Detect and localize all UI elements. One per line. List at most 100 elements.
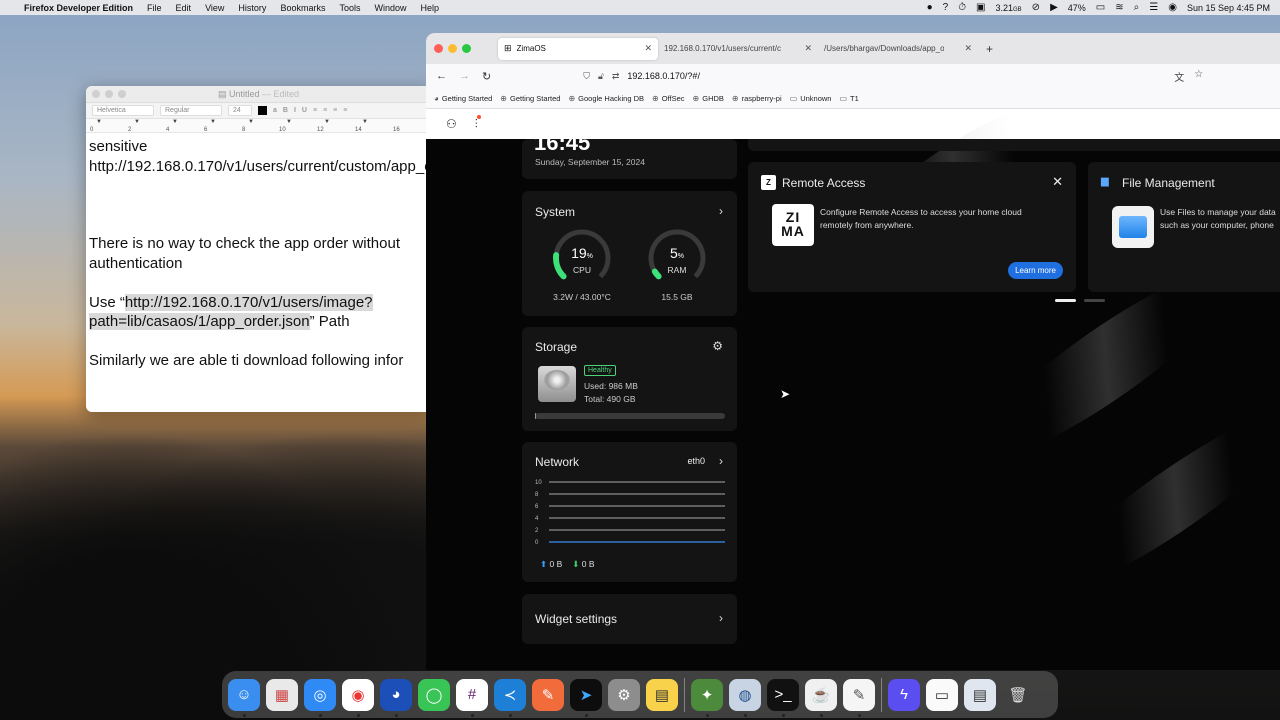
text-color-swatch[interactable] — [258, 106, 267, 115]
menu-window[interactable]: Window — [374, 3, 406, 13]
align-center-icon[interactable]: ≡ — [323, 107, 327, 114]
window-preview-icon[interactable]: ▭ — [926, 678, 958, 711]
gear-icon[interactable]: ⚙ — [712, 339, 723, 353]
tab-downloads-file[interactable]: /Users/bhargav/Downloads/app_ord ✕ — [818, 38, 978, 60]
menu-view[interactable]: View — [205, 3, 224, 13]
translate-icon[interactable]: 文 — [1174, 69, 1184, 84]
textedit-titlebar[interactable]: ▤ Untitled — Edited — [86, 86, 431, 103]
tab-stop-icon[interactable]: ▼ — [362, 119, 368, 125]
close-tab-icon[interactable]: ✕ — [804, 43, 812, 54]
network-interface[interactable]: eth0 — [687, 456, 705, 466]
notes-icon[interactable]: ▤ — [646, 678, 678, 711]
bookmark-folder[interactable]: ▭ Unknown — [790, 94, 832, 103]
shield-icon[interactable]: ⛉ — [583, 71, 590, 82]
storage-widget[interactable]: Storage ⚙ Healthy Used: 986 MB Total: 49… — [522, 327, 737, 431]
document-body[interactable]: sensitive http://192.168.0.170/v1/users/… — [86, 133, 431, 375]
font-family-select[interactable]: Helvetica — [92, 105, 154, 116]
record-icon[interactable]: ● — [927, 2, 933, 13]
bookmark-item[interactable]: ⊕ OffSec — [652, 94, 685, 103]
battery-icon[interactable]: ▭ — [1096, 2, 1105, 13]
align-left-icon[interactable]: ≡ — [313, 107, 317, 114]
settings-sliders-icon[interactable]: ⫶ — [475, 114, 481, 132]
safari-icon[interactable]: ◎ — [304, 678, 336, 717]
bookmark-item[interactable]: ⊕ Google Hacking DB — [568, 94, 644, 103]
messages-icon[interactable]: ◯ — [418, 678, 450, 711]
menu-edit[interactable]: Edit — [176, 3, 192, 13]
close-button[interactable] — [434, 44, 443, 53]
italic-icon[interactable]: I — [294, 107, 296, 114]
tab-stop-icon[interactable]: ▼ — [248, 119, 254, 125]
bookmark-item[interactable]: ⊕ raspberry-pi — [732, 94, 782, 103]
learn-more-button[interactable]: Learn more — [1008, 262, 1063, 279]
font-size-select[interactable]: 24 — [228, 105, 252, 116]
menu-file[interactable]: File — [147, 3, 162, 13]
terminal-icon[interactable]: >_ — [767, 678, 799, 717]
compass-icon[interactable]: ⊘ — [1032, 2, 1040, 13]
launchpad-icon[interactable]: ▦ — [266, 678, 298, 711]
tab-stop-icon[interactable]: ▼ — [96, 119, 102, 125]
menubar-clock[interactable]: Sun 15 Sep 4:45 PM — [1187, 3, 1270, 13]
pager-dot[interactable] — [1084, 299, 1105, 302]
menu-help[interactable]: Help — [420, 3, 439, 13]
search-icon[interactable]: ⌕ — [1134, 2, 1140, 13]
close-tab-icon[interactable]: ✕ — [964, 43, 972, 54]
tab-stop-icon[interactable]: ▼ — [134, 119, 140, 125]
bookmark-star-icon[interactable]: ☆ — [1194, 69, 1203, 84]
java-icon[interactable]: ☕ — [805, 678, 837, 717]
slack-icon[interactable]: # — [456, 678, 488, 717]
wifi-icon[interactable]: ≋ — [1115, 2, 1123, 13]
play-icon[interactable]: ▶ — [1050, 2, 1058, 13]
app-name-menu[interactable]: Firefox Developer Edition — [24, 3, 133, 13]
bold-icon[interactable]: B — [283, 107, 288, 114]
chevron-right-icon[interactable]: › — [719, 204, 723, 218]
pager-dot[interactable] — [1055, 299, 1076, 302]
system-widget[interactable]: System › 19% CPU 3.2W / 43.00°C 5% RAM 1… — [522, 191, 737, 316]
back-icon[interactable]: ← — [436, 70, 447, 82]
tab-stop-icon[interactable]: ▼ — [286, 119, 292, 125]
forward-icon[interactable]: → — [459, 70, 470, 82]
tab-app-order[interactable]: 192.168.0.170/v1/users/current/c ✕ — [658, 38, 818, 60]
tab-stop-icon[interactable]: ▼ — [324, 119, 330, 125]
finder-icon[interactable]: ☺ — [228, 678, 260, 717]
network-widget[interactable]: Network eth0 › 10 8 6 4 2 0 ⬆ 0 B ⬇ 0 B — [522, 442, 737, 582]
bookmark-item[interactable]: ⊕ Getting Started — [500, 94, 560, 103]
bookmark-folder[interactable]: ▭ T1 — [839, 94, 858, 103]
control-center-icon[interactable]: ☰ — [1149, 2, 1158, 13]
tab-stop-icon[interactable]: ▼ — [210, 119, 216, 125]
vscode-icon[interactable]: ≺ — [494, 678, 526, 717]
lock-icon[interactable]: 🔓︎ — [598, 71, 604, 82]
close-icon[interactable]: ✕ — [1052, 174, 1063, 190]
highlight-icon[interactable]: a — [273, 107, 277, 114]
bookmark-item[interactable]: ◕ Getting Started — [434, 94, 492, 103]
justify-icon[interactable]: ≡ — [343, 107, 347, 114]
permissions-icon[interactable]: ⇄ — [612, 71, 620, 82]
shortcut-icon[interactable]: ϟ — [888, 678, 920, 711]
bookmark-item[interactable]: ⊕ GHDB — [693, 94, 724, 103]
burp-icon[interactable]: ✦ — [691, 678, 723, 717]
help-icon[interactable]: ? — [943, 2, 949, 13]
menu-tools[interactable]: Tools — [339, 3, 360, 13]
timer-icon[interactable]: ⏱ — [958, 2, 966, 13]
align-right-icon[interactable]: ≡ — [333, 107, 337, 114]
downloads-stack-icon[interactable]: ▤ — [964, 678, 996, 711]
minimize-button[interactable] — [448, 44, 457, 53]
postman-icon[interactable]: ✎ — [532, 678, 564, 711]
textedit-icon[interactable]: ✎ — [843, 678, 875, 717]
reload-icon[interactable]: ↻ — [482, 70, 491, 83]
widget-settings-button[interactable]: Widget settings › — [522, 594, 737, 644]
chevron-right-icon[interactable]: › — [719, 611, 723, 625]
chrome-icon[interactable]: ◉ — [342, 678, 374, 717]
printer-icon[interactable]: ▣ — [976, 2, 985, 13]
new-tab-button[interactable]: + — [986, 42, 993, 56]
url-input[interactable] — [627, 71, 1028, 81]
system-settings-icon[interactable]: ⚙ — [608, 678, 640, 711]
user-icon[interactable]: ⚇ — [446, 117, 457, 131]
siri-icon[interactable]: ◉ — [1168, 2, 1177, 13]
menu-history[interactable]: History — [238, 3, 266, 13]
tab-zimaos[interactable]: ⊞ ZimaOS ✕ — [498, 37, 658, 60]
memory-status[interactable]: 3.21GB — [995, 3, 1021, 13]
prompt-icon[interactable]: ➤ — [570, 678, 602, 717]
tab-stop-icon[interactable]: ▼ — [172, 119, 178, 125]
underline-icon[interactable]: U — [302, 107, 307, 114]
font-style-select[interactable]: Regular — [160, 105, 222, 116]
